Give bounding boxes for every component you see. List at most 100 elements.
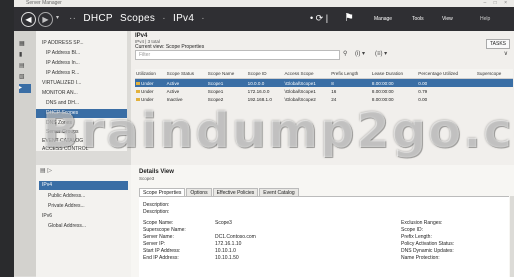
table-cell: 8.00:00:00 (371, 96, 394, 102)
detail-server-name: Server Name: DC1.Contoso.com (143, 234, 256, 240)
detail-exclusion-ranges: Exclusion Ranges: (401, 220, 442, 226)
details-tabs: Scope Properties Options Effective Polic… (139, 188, 300, 197)
detail-label: Policy Activation Status: (401, 241, 455, 247)
table-cell: Under (135, 87, 166, 95)
sidebar: ▦ ▮ ▤ ▧ ▸ IP ADDRESS SP... IP Address Bl… (14, 31, 131, 277)
column-header[interactable]: Scope Name (206, 69, 247, 79)
detail-start-ip: Start IP Address: 10.10.1.0 (143, 248, 236, 254)
details-title: Details View (139, 169, 174, 175)
detail-label: Scope Name: (143, 220, 174, 226)
breadcrumb-dhcp[interactable]: DHCP (83, 13, 113, 24)
view-menu[interactable]: View (442, 15, 453, 23)
dashboard-icon[interactable]: ▦ (19, 40, 31, 49)
utilization-value: Under (141, 80, 154, 86)
forward-icon[interactable]: ▶ (38, 12, 53, 27)
breadcrumb-ipv4[interactable]: IPv4 (173, 13, 194, 24)
tree-ipv4[interactable]: IPv4 (39, 181, 128, 190)
table-row[interactable]: Under Active Scope1 172.16.0.0 \Global\S… (135, 87, 513, 95)
breadcrumb-scopes[interactable]: Scopes (120, 13, 155, 24)
table-cell: Under (135, 78, 166, 87)
table-row[interactable]: Under Inactive Scope2 192.168.1.0 \Globa… (135, 95, 513, 103)
search-icon[interactable]: ⚲ (343, 50, 347, 59)
column-header[interactable]: Scope ID (246, 69, 284, 79)
utilization-value: Under (141, 88, 154, 94)
manage-menu[interactable]: Manage (374, 15, 392, 23)
detail-label: Name Protection: (401, 255, 440, 261)
detail-label: Start IP Address: (143, 248, 181, 254)
detail-value: 10.10.1.50 (215, 255, 239, 261)
table-cell: 0.79 (418, 88, 428, 94)
navigation-bar: ◀ ▶ ▾ ·· DHCP Scopes · IPv4 · • ⟳ | ⚑ Ma… (14, 7, 514, 31)
table-cell: 8 (330, 78, 371, 87)
detail-scope-id: Scope ID: (401, 227, 423, 233)
column-header[interactable]: Access Scope (283, 69, 331, 79)
table-cell: 0.00 (418, 96, 428, 102)
file-services-icon[interactable]: ▧ (19, 73, 31, 82)
tree-access-control[interactable]: ACCESS CONTROL (42, 145, 135, 154)
table-cell: 172.16.0.0 (247, 88, 270, 94)
tree-ip-address-inventory[interactable]: IP Address In... (46, 59, 139, 68)
filter-input[interactable]: Filter (135, 50, 340, 60)
detail-policy-activation: Policy Activation Status: (401, 241, 454, 247)
detail-prefix-length: Prefix Length: (401, 234, 432, 240)
table-cell: \Global\Scope2 (284, 96, 316, 102)
tree-dns-zones[interactable]: DNS Zones (46, 119, 139, 128)
local-server-icon[interactable]: ▮ (19, 51, 31, 60)
lower-pane-toolbar-icon[interactable]: ▤ ▷ (40, 167, 52, 174)
tree-ip-address-blocks[interactable]: IP Address Bl... (46, 49, 139, 58)
column-header[interactable]: Percentage Utilized (417, 69, 476, 79)
table-cell: Active (165, 78, 207, 87)
table-cell: 10.0.0.0 (246, 78, 284, 87)
column-header[interactable]: Utilization (135, 69, 166, 79)
more-options-icon[interactable]: (≡) ▾ (375, 50, 387, 59)
detail-value: 10.10.1.0 (215, 248, 236, 254)
table-cell: Active (166, 88, 180, 94)
filter-options-icon[interactable]: (i) ▾ (355, 50, 365, 59)
table-row[interactable]: Under Active Scope1 10.0.0.0 \Global\Sco… (135, 78, 513, 87)
tree-private-address[interactable]: Private Addres... (48, 202, 141, 211)
tasks-button[interactable]: TASKS (485, 39, 510, 49)
tree-monitor-and-manage[interactable]: MONITOR AN... (42, 89, 135, 98)
table-cell: Inactive (166, 96, 183, 102)
tree-ip-address-range-groups[interactable]: IP Address R... (46, 69, 139, 78)
column-header[interactable]: Superscope (475, 69, 513, 79)
table-cell: Scope1 (206, 78, 247, 87)
tree-virtualized-ip[interactable]: VIRTUALIZED I... (42, 79, 135, 88)
expand-icon[interactable]: ∨ (504, 50, 508, 59)
back-icon[interactable]: ◀ (21, 12, 36, 27)
column-header[interactable]: Prefix Length (330, 69, 371, 79)
detail-label: Description: (143, 209, 170, 215)
tree-dns-and-dhcp-servers[interactable]: DNS and DH... (46, 99, 139, 108)
table-cell: 8.00:00:00 (370, 78, 418, 87)
detail-label: Superscope Name: (143, 227, 186, 233)
tools-menu[interactable]: Tools (412, 15, 424, 23)
detail-name-protection: Name Protection: (401, 255, 440, 261)
tree-public-address[interactable]: Public Address... (48, 192, 141, 201)
sidebar-lower-pane: ▤ ▷ IPv4 Public Address... Private Addre… (36, 165, 131, 277)
tree-ipv6[interactable]: IPv6 (42, 212, 135, 221)
refresh-icon[interactable]: • ⟳ | (310, 12, 328, 25)
column-header[interactable]: Scope Status (165, 69, 207, 79)
flag-icon[interactable]: ⚑ (344, 11, 354, 25)
scopes-table: Utilization Scope Status Scope Name Scop… (135, 69, 513, 103)
column-header[interactable]: Lease Duration (370, 69, 418, 79)
detail-scope-name: Scope Name: Scope3 (143, 220, 232, 226)
tree-dhcp-scopes[interactable]: DHCP Scopes (36, 109, 130, 118)
ipam-icon[interactable]: ▸ (19, 84, 31, 93)
window-controls[interactable]: – □ × (484, 0, 511, 7)
tree-server-groups[interactable]: Server Groups (46, 128, 139, 137)
all-servers-icon[interactable]: ▤ (19, 62, 31, 71)
detail-dns-dynamic-updates: DNS Dynamic Updates: (401, 248, 454, 254)
table-cell: 16 (331, 88, 337, 94)
history-dropdown-icon[interactable]: ▾ (56, 14, 59, 21)
detail-value: 172.16.1.10 (215, 241, 242, 247)
detail-value: Scope3 (215, 220, 232, 226)
help-menu[interactable]: Help (480, 15, 490, 23)
detail-label: Scope ID: (401, 227, 423, 233)
detail-label: Exclusion Ranges: (401, 220, 443, 226)
tree-global-address[interactable]: Global Address... (48, 222, 141, 231)
details-scrollbar[interactable] (510, 196, 514, 277)
scope-icon (136, 89, 140, 93)
title-bar: Server Manager – □ × (14, 0, 514, 7)
tree-ip-address-space[interactable]: IP ADDRESS SP... (42, 39, 135, 48)
